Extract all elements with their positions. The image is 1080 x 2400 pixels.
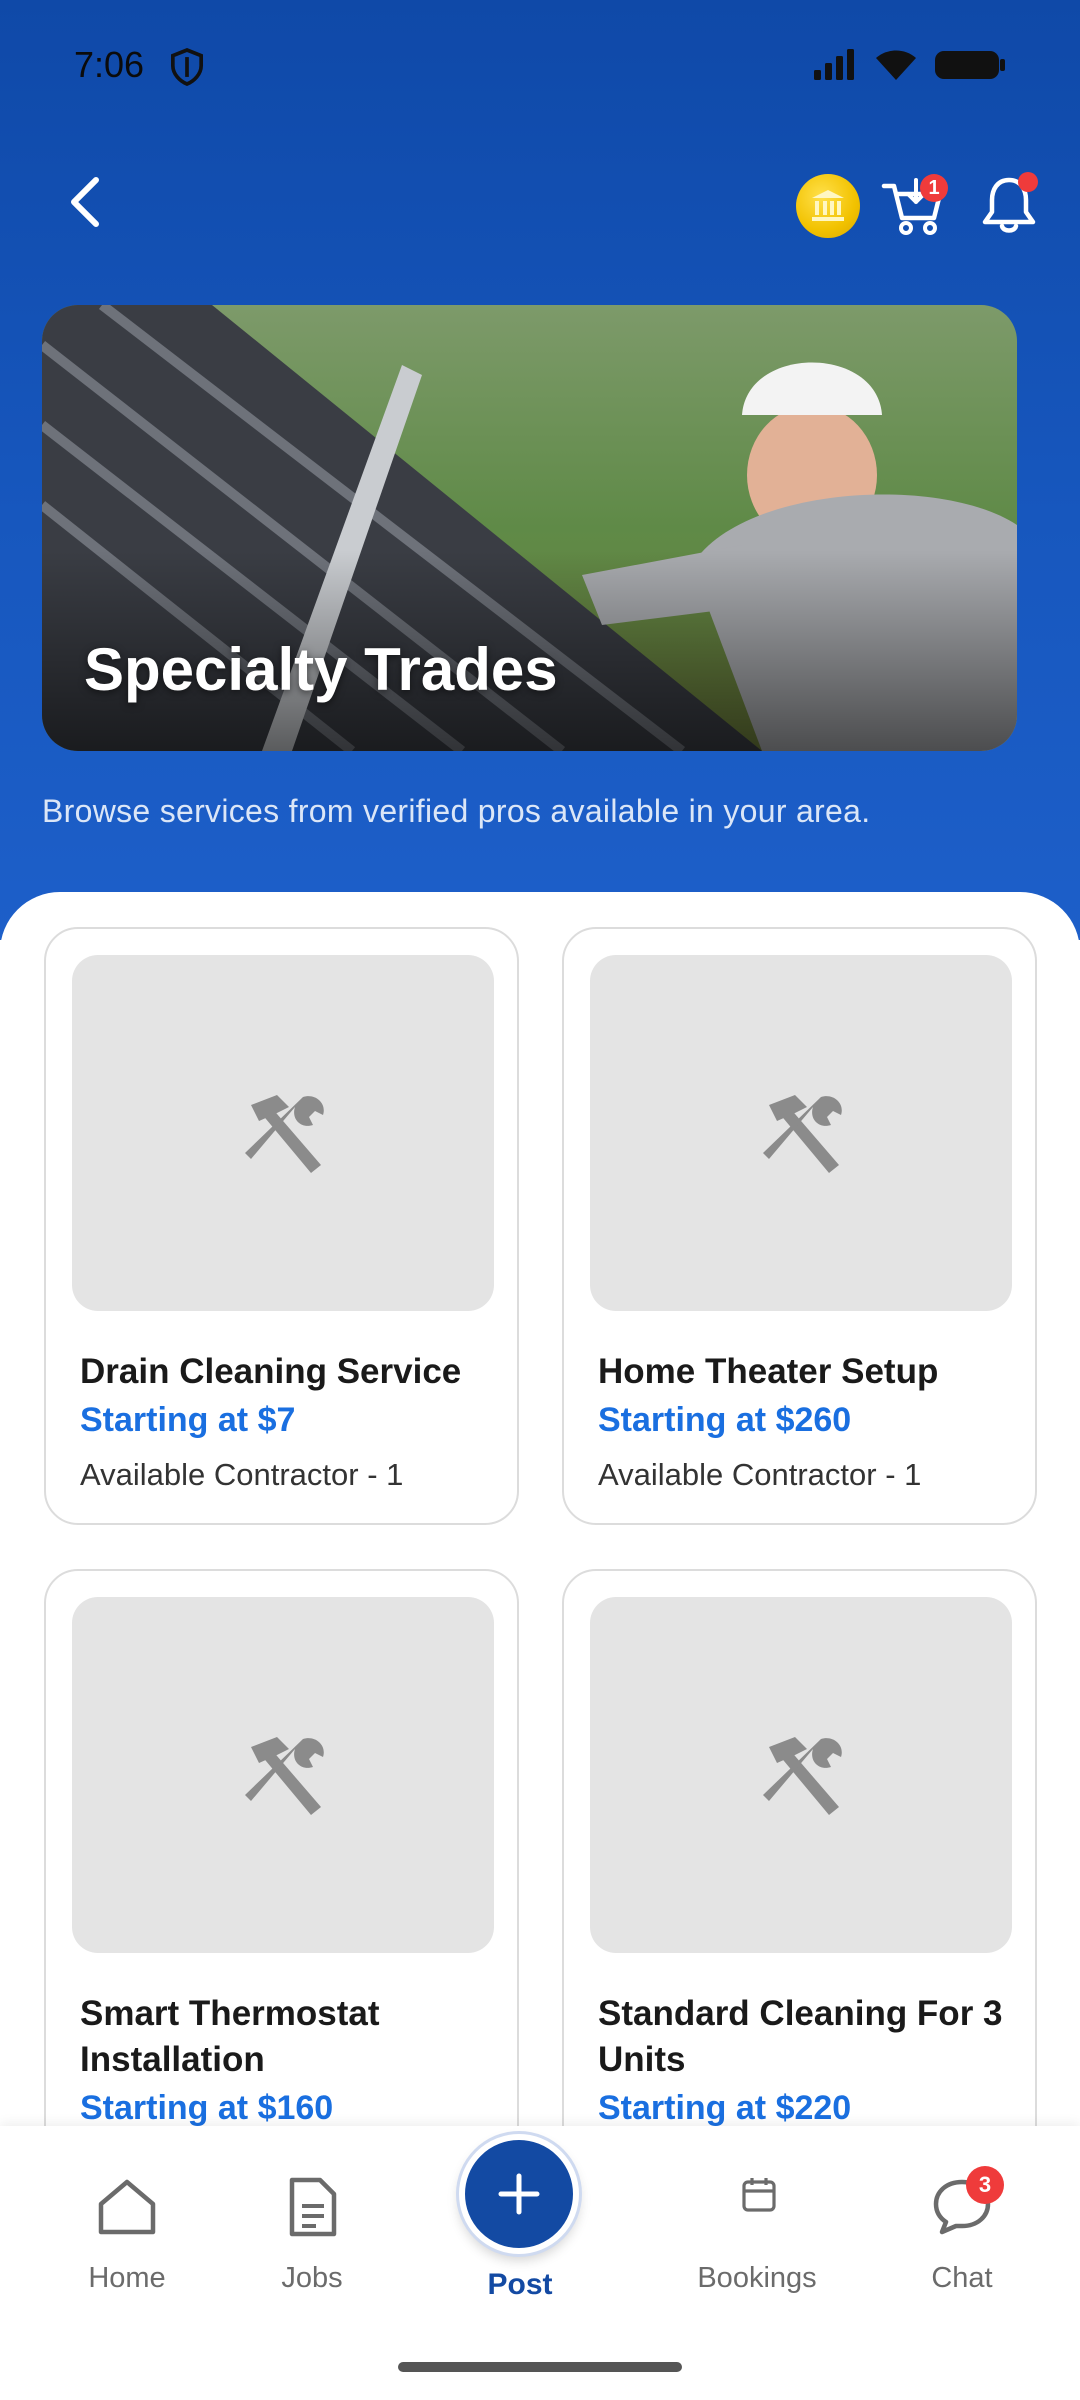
service-availability: Available Contractor - 1 [598, 1457, 922, 1492]
nav-bookings[interactable]: Bookings [667, 2126, 847, 2306]
calendar-icon [742, 2178, 776, 2212]
service-image-placeholder [72, 955, 494, 1311]
category-banner: Specialty Trades [42, 305, 1017, 751]
nav-home[interactable]: Home [37, 2126, 217, 2306]
document-icon [289, 2177, 337, 2237]
nav-post-label: Post [487, 2268, 553, 2301]
notification-dot [1018, 172, 1038, 192]
back-button[interactable] [58, 172, 114, 232]
service-title: Standard Cleaning For 3 Units [598, 1994, 1003, 2079]
service-title: Home Theater Setup [598, 1352, 939, 1391]
service-card[interactable]: Smart Thermostat Installation Starting a… [44, 1569, 519, 2167]
nav-bookings-label: Bookings [697, 2262, 817, 2294]
service-title: Drain Cleaning Service [80, 1352, 462, 1391]
shield-icon [170, 48, 204, 86]
service-image-placeholder [590, 1597, 1012, 1953]
services-grid: Drain Cleaning Service Starting at $7 Av… [0, 892, 1080, 2167]
home-icon [98, 2179, 156, 2235]
tools-icon [245, 1095, 324, 1173]
chat-badge: 3 [966, 2166, 1004, 2204]
cart-button[interactable]: 1 [880, 172, 948, 238]
service-image-placeholder [590, 955, 1012, 1311]
category-description: Browse services from verified pros avail… [42, 793, 871, 829]
service-price: Starting at $160 [80, 2089, 334, 2127]
service-availability: Available Contractor - 1 [80, 1457, 404, 1492]
nav-jobs-label: Jobs [281, 2262, 343, 2294]
service-card[interactable]: Standard Cleaning For 3 Units Starting a… [562, 1569, 1037, 2167]
service-title: Smart Thermostat Installation [80, 1994, 380, 2079]
nav-chat[interactable]: 3 Chat [872, 2126, 1052, 2306]
tools-icon [245, 1737, 324, 1815]
service-price: Starting at $260 [598, 1401, 852, 1439]
post-button[interactable] [459, 2134, 579, 2254]
notifications-button[interactable] [976, 172, 1042, 238]
nav-chat-label: Chat [931, 2262, 993, 2294]
service-card[interactable]: Home Theater Setup Starting at $260 Avai… [562, 927, 1037, 1525]
status-bar: 7:06 [0, 0, 1080, 130]
tools-icon [763, 1095, 842, 1173]
battery-icon [935, 51, 1005, 79]
service-price: Starting at $7 [80, 1401, 296, 1439]
tools-icon [763, 1737, 842, 1815]
banner-title: Specialty Trades [84, 636, 558, 703]
service-price: Starting at $220 [598, 2089, 852, 2127]
service-card[interactable]: Drain Cleaning Service Starting at $7 Av… [44, 927, 519, 1525]
status-time: 7:06 [74, 44, 145, 85]
nav-jobs[interactable]: Jobs [222, 2126, 402, 2306]
service-image-placeholder [72, 1597, 494, 1953]
coins-button[interactable] [796, 174, 860, 238]
cart-badge: 1 [920, 174, 948, 202]
wifi-icon [876, 50, 916, 80]
plus-icon [498, 2173, 540, 2215]
bank-icon [812, 190, 844, 221]
home-indicator[interactable] [398, 2362, 682, 2372]
cellular-signal-icon [814, 49, 854, 80]
nav-home-label: Home [88, 2262, 166, 2294]
